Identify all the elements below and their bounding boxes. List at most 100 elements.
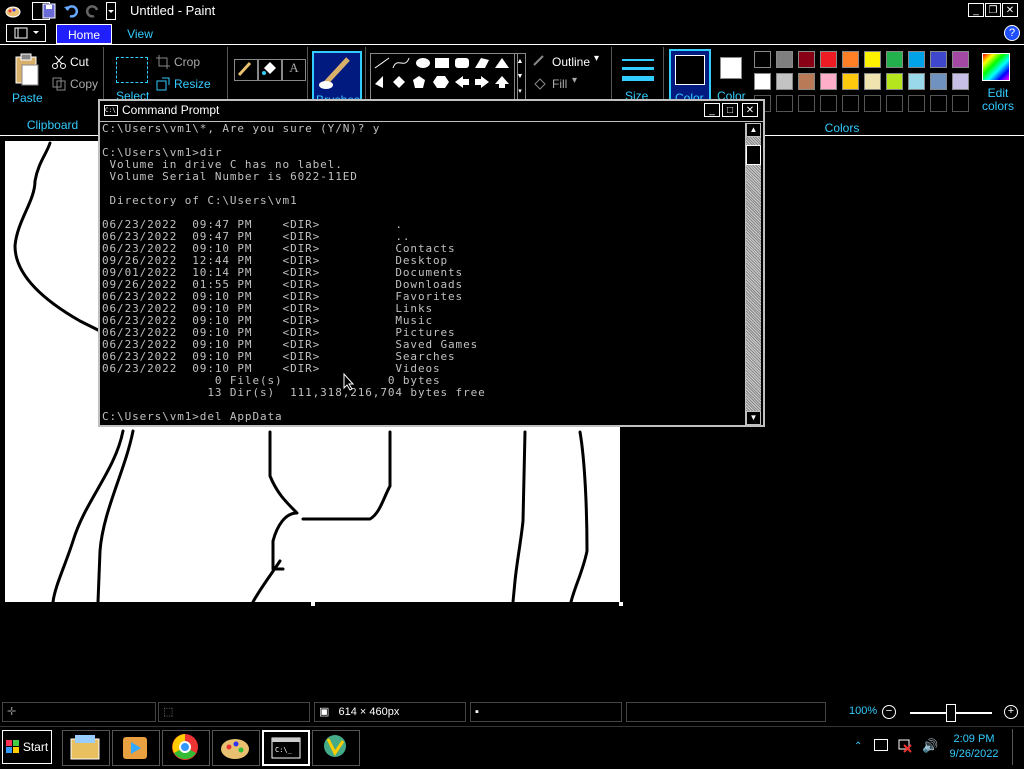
fill-dropdown-icon[interactable]: ▾ — [572, 75, 577, 86]
palette-swatch[interactable] — [886, 73, 903, 90]
palette-swatch[interactable] — [930, 51, 947, 68]
redo-icon[interactable] — [84, 2, 102, 20]
start-button[interactable]: Start — [2, 730, 52, 764]
copy-icon — [52, 77, 66, 94]
palette-swatch[interactable] — [930, 73, 947, 90]
zoom-out-button[interactable]: − — [882, 705, 896, 719]
palette-swatch[interactable] — [776, 51, 793, 68]
palette-swatch[interactable] — [842, 73, 859, 90]
palette-swatch[interactable] — [776, 73, 793, 90]
restore-button[interactable]: ❐ — [985, 3, 1001, 17]
palette-swatch[interactable] — [842, 95, 859, 112]
palette-swatch[interactable] — [886, 95, 903, 112]
palette-swatch[interactable] — [908, 51, 925, 68]
palette-swatch[interactable] — [908, 73, 925, 90]
file-menu-button[interactable] — [6, 24, 46, 42]
show-hidden-icons-icon[interactable]: ⌃ — [854, 741, 862, 752]
palette-swatch[interactable] — [754, 51, 771, 68]
palette-swatch[interactable] — [908, 95, 925, 112]
taskbar-network-icon[interactable] — [312, 730, 360, 766]
fill-button[interactable]: Fill — [552, 77, 567, 91]
zoom-in-button[interactable]: + — [1004, 705, 1018, 719]
canvas-size-icon: ▣ — [319, 706, 330, 718]
pencil-icon[interactable] — [234, 59, 258, 81]
shapes-scroll-icon[interactable]: ▲ ▼ ▾ — [514, 53, 526, 101]
tab-home[interactable]: Home — [56, 24, 112, 44]
outline-button[interactable]: Outline — [552, 55, 590, 69]
cmd-app-icon: C:\ — [104, 105, 118, 116]
canvas-resize-handle-corner[interactable] — [619, 602, 623, 606]
text-tool-icon[interactable]: A — [282, 59, 306, 81]
save-icon[interactable] — [40, 2, 58, 20]
minimize-button[interactable]: _ — [968, 3, 984, 17]
copy-button[interactable]: Copy — [70, 77, 98, 91]
palette-swatch[interactable] — [952, 95, 969, 112]
color1-swatch — [675, 55, 705, 85]
scroll-up-icon[interactable]: ▲ — [746, 123, 761, 137]
clipboard-group-label: Clipboard — [26, 118, 79, 132]
cmd-console-output[interactable]: C:\Users\vm1\*, Are you sure (Y/N)? y C:… — [102, 123, 742, 425]
shapes-gallery[interactable] — [370, 53, 518, 103]
taskbar-media-player-icon[interactable] — [112, 730, 160, 766]
cmd-minimize-button[interactable]: _ — [704, 103, 720, 117]
paste-label: Paste — [12, 91, 43, 105]
palette-swatch[interactable] — [820, 73, 837, 90]
fill-bucket-icon[interactable] — [258, 59, 282, 81]
palette-swatch[interactable] — [820, 51, 837, 68]
palette-swatch[interactable] — [798, 73, 815, 90]
palette-swatch[interactable] — [798, 95, 815, 112]
resize-button[interactable]: Resize — [174, 77, 211, 91]
palette-swatch[interactable] — [864, 73, 881, 90]
select-icon[interactable] — [116, 57, 148, 83]
cmd-title-bar[interactable]: C:\ Command Prompt _ □ ✕ — [100, 101, 763, 122]
palette-swatch[interactable] — [952, 73, 969, 90]
help-icon[interactable]: ? — [1004, 25, 1020, 41]
windows-logo-icon — [5, 740, 19, 753]
scroll-thumb[interactable] — [746, 145, 761, 165]
palette-swatch[interactable] — [864, 51, 881, 68]
network-status-icon[interactable] — [898, 739, 912, 756]
palette-swatch[interactable] — [864, 95, 881, 112]
color2-swatch — [720, 57, 742, 79]
undo-icon[interactable] — [62, 2, 80, 20]
window-title: Untitled - Paint — [130, 3, 216, 18]
selection-icon: ⬚ — [163, 706, 174, 718]
palette-swatch[interactable] — [776, 95, 793, 112]
close-button[interactable]: ✕ — [1002, 3, 1018, 17]
volume-icon[interactable]: 🔊 — [922, 738, 938, 754]
zoom-slider-thumb[interactable] — [946, 704, 956, 722]
cmd-maximize-button[interactable]: □ — [722, 103, 738, 117]
palette-swatch[interactable] — [930, 95, 947, 112]
edit-colors-button[interactable]: Edit colors — [976, 49, 1020, 133]
palette-swatch[interactable] — [820, 95, 837, 112]
palette-swatch[interactable] — [754, 73, 771, 90]
palette-swatch[interactable] — [886, 51, 903, 68]
quick-access-dropdown-icon[interactable] — [106, 2, 116, 20]
action-center-icon[interactable] — [874, 739, 888, 751]
taskbar-paint-icon[interactable] — [212, 730, 260, 766]
palette-swatch[interactable] — [952, 51, 969, 68]
crop-button[interactable]: Crop — [174, 55, 200, 69]
canvas-resize-handle-bottom[interactable] — [311, 602, 315, 606]
start-label: Start — [22, 740, 49, 754]
cmd-close-button[interactable]: ✕ — [742, 103, 758, 117]
clock-date[interactable]: 9/26/2022 — [944, 748, 1004, 760]
mouse-pointer-icon — [343, 372, 355, 394]
taskbar-explorer-icon[interactable] — [62, 730, 110, 766]
taskbar-chrome-icon[interactable] — [162, 730, 210, 766]
palette-swatch[interactable] — [798, 51, 815, 68]
outline-dropdown-icon[interactable]: ▾ — [594, 53, 599, 64]
clock-time[interactable]: 2:09 PM — [950, 733, 998, 745]
taskbar-cmd-icon[interactable]: C:\_ — [262, 730, 310, 766]
paint-app-icon[interactable] — [4, 2, 22, 20]
tab-view[interactable]: View — [118, 24, 162, 44]
size-icon[interactable] — [620, 55, 656, 91]
command-prompt-window[interactable]: C:\ Command Prompt _ □ ✕ C:\Users\vm1\*,… — [98, 99, 765, 427]
show-desktop-button[interactable] — [1012, 729, 1023, 765]
zoom-level: 100% — [849, 705, 878, 717]
colors-group-label: Colors — [824, 121, 860, 135]
palette-swatch[interactable] — [842, 51, 859, 68]
scroll-down-icon[interactable]: ▼ — [746, 411, 761, 425]
cmd-scrollbar[interactable]: ▲ ▼ — [745, 123, 761, 425]
cut-button[interactable]: Cut — [70, 55, 89, 69]
